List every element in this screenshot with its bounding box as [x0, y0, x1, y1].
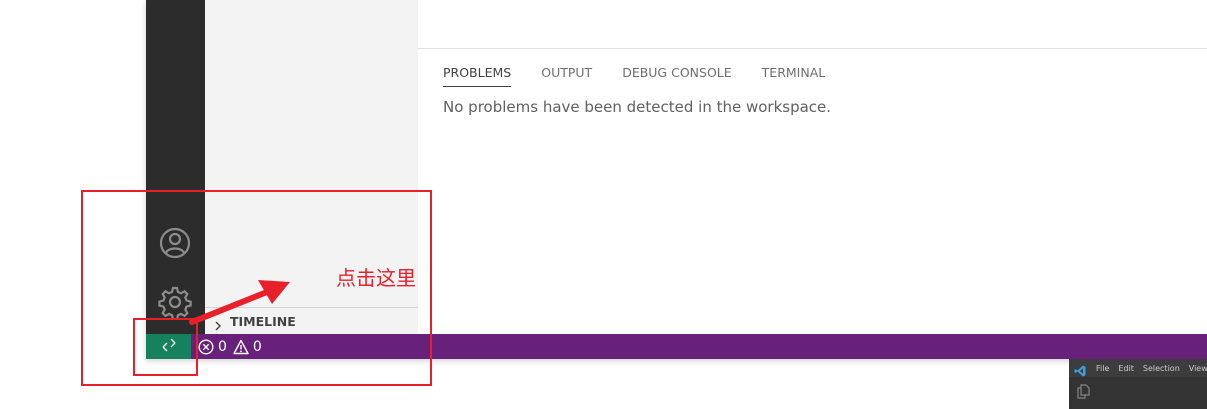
mini-vscode-window: File Edit Selection View [1069, 359, 1207, 409]
mini-menubar: File Edit Selection View [1069, 359, 1207, 377]
vscode-logo-icon [1074, 362, 1086, 377]
bottom-panel: PROBLEMS OUTPUT DEBUG CONSOLE TERMINAL N… [418, 48, 1207, 335]
menu-selection[interactable]: Selection [1143, 364, 1180, 373]
menu-view[interactable]: View [1189, 364, 1207, 373]
explorer-files-icon[interactable] [1076, 384, 1091, 399]
tab-debug-console[interactable]: DEBUG CONSOLE [622, 63, 731, 87]
tab-terminal[interactable]: TERMINAL [762, 63, 826, 87]
editor-area: PROBLEMS OUTPUT DEBUG CONSOLE TERMINAL N… [418, 0, 1207, 335]
annotation-label: 点击这里 [336, 266, 416, 290]
problems-empty-message: No problems have been detected in the wo… [443, 98, 832, 116]
panel-tabs: PROBLEMS OUTPUT DEBUG CONSOLE TERMINAL [443, 63, 855, 87]
menu-file[interactable]: File [1096, 364, 1109, 373]
tab-problems[interactable]: PROBLEMS [443, 63, 512, 87]
menu-edit[interactable]: Edit [1118, 364, 1134, 373]
tab-output[interactable]: OUTPUT [541, 63, 592, 87]
annotation-arrow [189, 280, 290, 325]
